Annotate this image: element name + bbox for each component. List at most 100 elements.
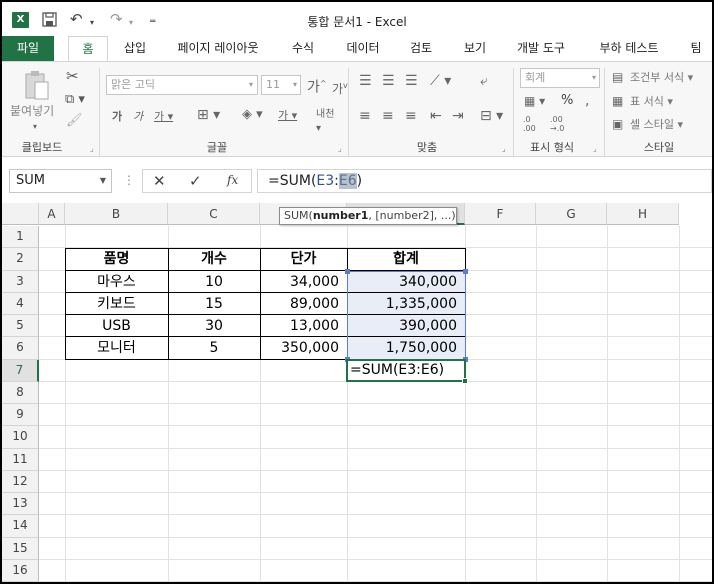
name-box[interactable]: SUM ▼	[9, 169, 112, 193]
tab-data[interactable]: 데이터	[340, 36, 386, 62]
table-cell[interactable]: 89,000	[260, 294, 347, 316]
row-header-2[interactable]: 2	[2, 248, 39, 271]
table-cell[interactable]: 390,000	[347, 316, 465, 338]
bold-icon[interactable]: 가	[112, 110, 122, 124]
tab-team[interactable]: 팀	[684, 36, 708, 62]
font-size-box[interactable]: 11 ▾	[261, 75, 301, 95]
fill-color-icon[interactable]: ◈ ▾	[242, 108, 263, 122]
copy-icon[interactable]: ⧉ ▾	[65, 93, 85, 107]
accounting-format-icon[interactable]: ▦ ▾	[524, 94, 545, 108]
increase-decimal-icon[interactable]: .0.00	[523, 115, 536, 133]
table-header-cell[interactable]: 품명	[65, 249, 168, 271]
row-header-6[interactable]: 6	[2, 337, 39, 360]
row-header-16[interactable]: 16	[2, 559, 39, 582]
tab-insert[interactable]: 삽입	[118, 36, 152, 62]
number-format-box[interactable]: 회계 ▾	[520, 68, 600, 88]
tab-developer[interactable]: 개발 도구	[510, 36, 572, 62]
align-center-icon[interactable]: ≡	[382, 109, 394, 123]
border-icon[interactable]: ⊞ ▾	[197, 108, 220, 122]
tab-load-test[interactable]: 부하 테스트	[592, 36, 666, 62]
table-cell[interactable]: 13,000	[260, 316, 347, 338]
row-header-8[interactable]: 8	[2, 381, 39, 404]
underline-icon[interactable]: 가 ▾	[154, 110, 173, 124]
cell-styles-label[interactable]: 셀 스타일 ▾	[630, 118, 683, 132]
tab-view[interactable]: 보기	[458, 36, 492, 62]
paste-label[interactable]: 붙여넣기	[10, 104, 54, 118]
column-header-a[interactable]: A	[39, 203, 65, 225]
fill-handle[interactable]	[462, 377, 468, 384]
table-cell[interactable]: USB	[65, 316, 168, 338]
table-cell[interactable]: 34,000	[260, 272, 347, 294]
formula-input[interactable]: =SUM(E3:E6)	[257, 169, 712, 193]
column-header-g[interactable]: G	[536, 203, 607, 225]
paste-dropdown-icon[interactable]: ▾	[33, 120, 37, 134]
decrease-decimal-icon[interactable]: .00 →.0	[550, 115, 564, 133]
middle-align-icon[interactable]: ☰	[382, 74, 395, 88]
cut-icon[interactable]: ✂	[66, 69, 79, 84]
tab-review[interactable]: 검토	[404, 36, 438, 62]
tab-home[interactable]: 홈	[68, 36, 108, 62]
font-name-box[interactable]: 맑은 고딕 ▾	[106, 75, 258, 95]
italic-icon[interactable]: 가	[133, 110, 143, 124]
number-format-dropdown-icon[interactable]: ▾	[592, 69, 596, 87]
decrease-font-icon[interactable]: 가v	[332, 79, 348, 96]
cell-styles-icon[interactable]: ▣	[612, 117, 623, 131]
select-all-corner[interactable]	[2, 203, 39, 225]
row-header-4[interactable]: 4	[2, 292, 39, 315]
wrap-text-icon[interactable]: ⤶	[480, 74, 488, 88]
tab-page-layout[interactable]: 페이지 레이아웃	[170, 36, 266, 62]
align-left-icon[interactable]: ≡	[359, 109, 371, 123]
tab-formulas[interactable]: 수식	[286, 36, 320, 62]
alignment-dialog-launcher-icon[interactable]: ⌟	[502, 144, 506, 153]
insert-function-icon[interactable]: fx	[227, 173, 238, 187]
orientation-icon[interactable]: ⟋ ▾	[430, 74, 451, 88]
increase-font-icon[interactable]: 가^	[307, 77, 327, 95]
enter-icon[interactable]: ✓	[189, 172, 202, 190]
column-header-b[interactable]: B	[65, 203, 168, 225]
bottom-align-icon[interactable]: ☰	[405, 74, 418, 88]
row-header-1[interactable]: 1	[2, 226, 39, 249]
table-cell[interactable]: 10	[168, 272, 260, 294]
row-header-12[interactable]: 12	[2, 470, 39, 493]
conditional-format-icon[interactable]: ▤	[612, 70, 623, 84]
column-header-c[interactable]: C	[168, 203, 260, 225]
conditional-format-label[interactable]: 조건부 서식 ▾	[630, 71, 693, 85]
paste-icon[interactable]	[24, 70, 50, 102]
row-header-13[interactable]: 13	[2, 493, 39, 516]
row-header-3[interactable]: 3	[2, 270, 39, 293]
row-header-11[interactable]: 11	[2, 448, 39, 471]
table-cell[interactable]: 350,000	[260, 338, 347, 360]
font-size-dropdown-icon[interactable]: ▾	[293, 76, 297, 94]
table-cell[interactable]: 모니터	[65, 338, 168, 360]
tab-file[interactable]: 파일	[2, 36, 54, 62]
percent-icon[interactable]: %	[561, 94, 573, 108]
name-box-dropdown-icon[interactable]: ▼	[100, 170, 106, 192]
font-dialog-launcher-icon[interactable]: ⌟	[338, 144, 342, 153]
table-header-cell[interactable]: 개수	[168, 249, 260, 271]
table-format-label[interactable]: 표 서식 ▾	[630, 95, 673, 109]
comma-style-icon[interactable]: ,	[585, 94, 589, 108]
row-header-9[interactable]: 9	[2, 404, 39, 427]
align-right-icon[interactable]: ≡	[405, 109, 417, 123]
table-cell[interactable]: 키보드	[65, 294, 168, 316]
table-cell[interactable]: 마우스	[65, 272, 168, 294]
row-header-14[interactable]: 14	[2, 515, 39, 538]
row-header-10[interactable]: 10	[2, 426, 39, 449]
decrease-indent-icon[interactable]: ⇤	[430, 109, 442, 123]
table-cell[interactable]: 30	[168, 316, 260, 338]
number-dialog-launcher-icon[interactable]: ⌟	[593, 144, 597, 153]
format-painter-icon[interactable]: 🖌	[66, 114, 83, 128]
row-header-5[interactable]: 5	[2, 315, 39, 338]
top-align-icon[interactable]: ☰	[359, 74, 372, 88]
worksheet-grid[interactable]: ABCDEFGH12345678910111213141516품명개수단가합계마…	[2, 203, 712, 582]
row-header-7[interactable]: 7	[2, 359, 39, 382]
phonetic-icon[interactable]: 내천 ▾	[316, 108, 334, 136]
table-cell[interactable]: 5	[168, 338, 260, 360]
table-header-cell[interactable]: 합계	[347, 249, 465, 271]
table-cell[interactable]: 1,750,000	[347, 338, 465, 360]
function-argument-tooltip[interactable]: SUM(number1, [number2], ...)	[279, 207, 457, 225]
column-header-f[interactable]: F	[465, 203, 536, 225]
merge-center-icon[interactable]: ⊟ ▾	[480, 109, 503, 123]
row-header-15[interactable]: 15	[2, 537, 39, 560]
cancel-icon[interactable]: ✕	[153, 172, 166, 190]
